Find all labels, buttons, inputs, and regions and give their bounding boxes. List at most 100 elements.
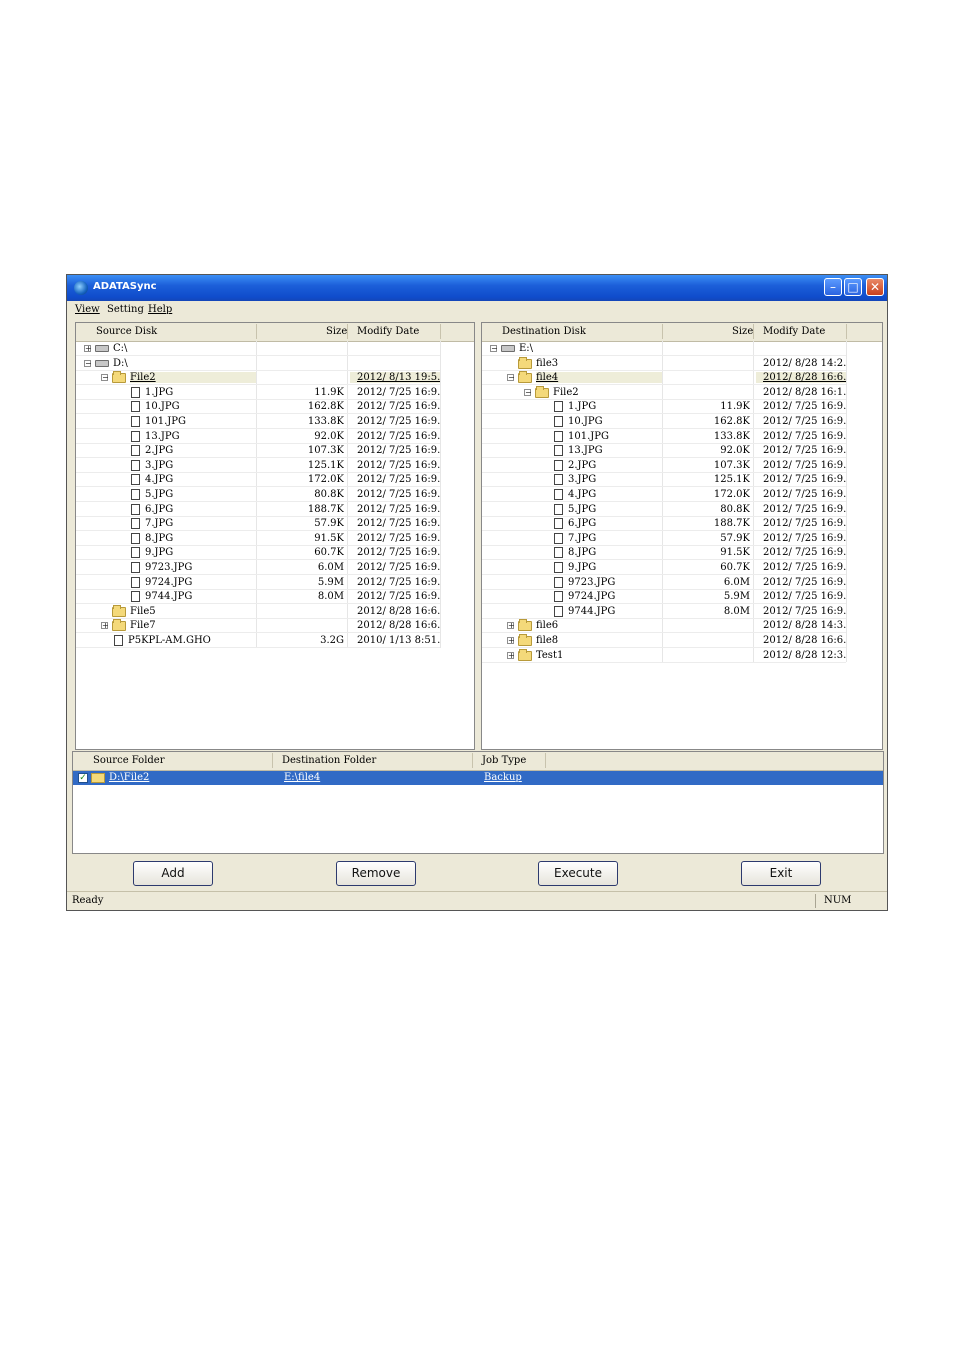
tree-row[interactable]: 4.JPG 172.0K 2012/ 7/25 16:9...: [76, 473, 440, 488]
tree-row[interactable]: 9.JPG 60.7K 2012/ 7/25 16:9...: [76, 546, 440, 561]
tree-item-name[interactable]: P5KPL-AM.GHO: [128, 635, 254, 646]
expand-icon[interactable]: +: [507, 622, 515, 630]
tree-item-name[interactable]: 3.JPG: [568, 474, 660, 485]
tree-row[interactable]: P5KPL-AM.GHO 3.2G 2010/ 1/13 8:51...: [76, 634, 440, 648]
dest-col-date[interactable]: Modify Date: [763, 326, 825, 337]
tree-item-name[interactable]: 6.JPG: [145, 504, 254, 515]
tree-row[interactable]: file3 2012/ 8/28 14:2...: [482, 356, 846, 371]
tree-row[interactable]: 5.JPG 80.8K 2012/ 7/25 16:9...: [482, 503, 846, 517]
tree-row[interactable]: 2.JPG 107.3K 2012/ 7/25 16:9...: [482, 459, 846, 473]
tree-item-name[interactable]: 101.JPG: [568, 431, 660, 442]
tree-row[interactable]: − file4 2012/ 8/28 16:6...: [482, 371, 846, 386]
column-separator[interactable]: [272, 753, 273, 768]
tree-row[interactable]: + file8 2012/ 8/28 16:6...: [482, 634, 846, 648]
column-separator[interactable]: [753, 324, 754, 339]
tree-row[interactable]: 13.JPG 92.0K 2012/ 7/25 16:9...: [482, 444, 846, 459]
tree-row[interactable]: − File2 2012/ 8/13 19:5...: [76, 371, 440, 386]
tree-item-name[interactable]: file4: [536, 372, 662, 384]
job-type[interactable]: Backup: [484, 772, 522, 783]
expand-icon[interactable]: +: [84, 345, 92, 353]
menu-setting[interactable]: Setting: [107, 304, 144, 315]
tree-row[interactable]: 9723.JPG 6.0M 2012/ 7/25 16:9...: [76, 561, 440, 575]
job-col-source[interactable]: Source Folder: [93, 755, 165, 766]
job-col-type[interactable]: Job Type: [482, 755, 526, 766]
tree-row[interactable]: 8.JPG 91.5K 2012/ 7/25 16:9...: [76, 532, 440, 546]
tree-item-name[interactable]: 8.JPG: [145, 533, 254, 544]
column-separator[interactable]: [662, 324, 663, 339]
source-disk-tree[interactable]: Source Disk Size Modify Date + C:\ − D:\ − Fi…: [75, 322, 475, 750]
job-checkbox[interactable]: ✓: [78, 773, 88, 783]
tree-item-name[interactable]: 9744.JPG: [568, 606, 660, 617]
tree-row[interactable]: 5.JPG 80.8K 2012/ 7/25 16:9...: [76, 488, 440, 502]
tree-item-name[interactable]: 9.JPG: [145, 547, 254, 558]
collapse-icon[interactable]: −: [490, 345, 498, 353]
tree-item-name[interactable]: File2: [130, 372, 256, 384]
title-bar[interactable]: ADATASync – □ ✕: [67, 275, 887, 301]
tree-row[interactable]: File5 2012/ 8/28 16:6...: [76, 604, 440, 619]
tree-item-name[interactable]: 8.JPG: [568, 547, 660, 558]
execute-button[interactable]: Execute: [538, 861, 618, 886]
tree-row[interactable]: 9.JPG 60.7K 2012/ 7/25 16:9...: [482, 561, 846, 575]
job-source-folder[interactable]: D:\File2: [109, 772, 149, 783]
tree-item-name[interactable]: D:\: [113, 358, 256, 369]
column-separator[interactable]: [347, 324, 348, 339]
tree-row[interactable]: 10.JPG 162.8K 2012/ 7/25 16:9...: [76, 400, 440, 415]
tree-row[interactable]: 13.JPG 92.0K 2012/ 7/25 16:9...: [76, 430, 440, 444]
job-row[interactable]: ✓ D:\File2 E:\file4 Backup: [73, 771, 883, 785]
job-destination-folder[interactable]: E:\file4: [284, 772, 320, 783]
tree-item-name[interactable]: 7.JPG: [568, 533, 660, 544]
tree-item-name[interactable]: 1.JPG: [145, 387, 254, 398]
tree-item-name[interactable]: E:\: [519, 343, 662, 354]
tree-row[interactable]: 1.JPG 11.9K 2012/ 7/25 16:9...: [76, 386, 440, 400]
expand-icon[interactable]: +: [507, 651, 515, 659]
tree-row[interactable]: 7.JPG 57.9K 2012/ 7/25 16:9...: [482, 532, 846, 546]
tree-row[interactable]: − D:\: [76, 357, 440, 371]
collapse-icon[interactable]: −: [507, 374, 515, 382]
expand-icon[interactable]: +: [101, 622, 109, 630]
tree-row[interactable]: 8.JPG 91.5K 2012/ 7/25 16:9...: [482, 546, 846, 561]
tree-item-name[interactable]: File7: [130, 620, 256, 631]
collapse-icon[interactable]: −: [84, 359, 92, 367]
tree-row[interactable]: 101.JPG 133.8K 2012/ 7/25 16:9...: [482, 430, 846, 444]
column-separator[interactable]: [545, 753, 546, 768]
collapse-icon[interactable]: −: [101, 374, 109, 382]
tree-row[interactable]: 3.JPG 125.1K 2012/ 7/25 16:9...: [76, 459, 440, 473]
column-separator[interactable]: [256, 324, 257, 339]
tree-item-name[interactable]: 10.JPG: [145, 401, 254, 412]
column-separator[interactable]: [846, 324, 847, 339]
collapse-icon[interactable]: −: [524, 388, 532, 396]
tree-row[interactable]: 9744.JPG 8.0M 2012/ 7/25 16:9...: [482, 605, 846, 619]
tree-item-name[interactable]: 13.JPG: [568, 445, 660, 456]
tree-row[interactable]: 6.JPG 188.7K 2012/ 7/25 16:9...: [76, 503, 440, 517]
remove-button[interactable]: Remove: [336, 861, 416, 886]
tree-item-name[interactable]: 5.JPG: [145, 489, 254, 500]
expand-icon[interactable]: +: [507, 637, 515, 645]
tree-item-name[interactable]: Test1: [536, 650, 662, 661]
tree-row[interactable]: 7.JPG 57.9K 2012/ 7/25 16:9...: [76, 517, 440, 532]
exit-button[interactable]: Exit: [741, 861, 821, 886]
tree-item-name[interactable]: 4.JPG: [568, 489, 660, 500]
tree-item-name[interactable]: 9.JPG: [568, 562, 660, 573]
tree-row[interactable]: 10.JPG 162.8K 2012/ 7/25 16:9...: [482, 415, 846, 429]
maximize-button[interactable]: □: [844, 278, 862, 296]
tree-row[interactable]: − E:\: [482, 342, 846, 356]
tree-item-name[interactable]: File2: [553, 387, 662, 398]
tree-row[interactable]: 9723.JPG 6.0M 2012/ 7/25 16:9...: [482, 576, 846, 590]
source-col-date[interactable]: Modify Date: [357, 326, 419, 337]
tree-item-name[interactable]: 4.JPG: [145, 474, 254, 485]
column-separator[interactable]: [440, 324, 441, 339]
tree-item-name[interactable]: C:\: [113, 343, 256, 354]
tree-row[interactable]: + file6 2012/ 8/28 14:3...: [482, 619, 846, 634]
tree-item-name[interactable]: 9724.JPG: [568, 591, 660, 602]
tree-row[interactable]: + File7 2012/ 8/28 16:6...: [76, 619, 440, 634]
menu-view[interactable]: View: [75, 304, 100, 315]
tree-item-name[interactable]: 2.JPG: [568, 460, 660, 471]
tree-row[interactable]: 4.JPG 172.0K 2012/ 7/25 16:9...: [482, 488, 846, 502]
tree-item-name[interactable]: 7.JPG: [145, 518, 254, 529]
job-list[interactable]: Source Folder Destination Folder Job Typ…: [72, 751, 884, 854]
tree-item-name[interactable]: 1.JPG: [568, 401, 660, 412]
tree-item-name[interactable]: 9744.JPG: [145, 591, 254, 602]
tree-item-name[interactable]: file8: [536, 635, 662, 646]
tree-item-name[interactable]: file6: [536, 620, 662, 631]
source-col-size[interactable]: Size: [326, 326, 347, 337]
